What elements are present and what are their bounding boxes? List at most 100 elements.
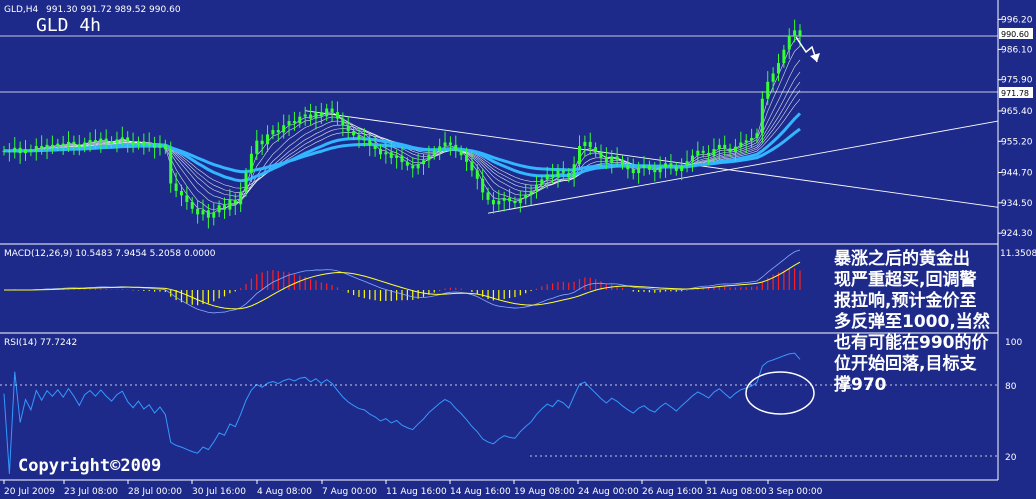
candle-body-28: [153, 143, 157, 148]
macd-signal-line: [3, 261, 801, 310]
candle-body-102: [551, 174, 555, 177]
chart-root: 996.20 986.10 975.90 965.40 955.20 944.70 934.…: [0, 0, 1036, 499]
candle-body-112: [604, 157, 608, 163]
candle-body-66: [357, 135, 361, 139]
candle-body-55: [298, 116, 302, 124]
price-tick-label-7: 924.30: [1001, 229, 1033, 239]
candle-body-59: [319, 112, 323, 117]
candle-body-11: [61, 143, 65, 146]
time-tick-label-3: 30 Jul 16:00: [192, 487, 246, 497]
time-tick-label-2: 28 Jul 00:00: [128, 487, 182, 497]
candle-body-85: [459, 150, 463, 156]
time-tick-label-1: 23 Jul 08:00: [64, 487, 118, 497]
candle-body-13: [72, 141, 76, 145]
candle-body-116: [626, 164, 630, 170]
candle-body-109: [588, 141, 592, 148]
macd-panel: [3, 249, 801, 314]
candle-body-9: [50, 144, 54, 147]
time-tick-label-10: 26 Aug 16:00: [642, 487, 703, 497]
candle-body-15: [83, 142, 87, 148]
rsi-top-value: 100: [1005, 338, 1022, 348]
candle-body-18: [99, 138, 103, 143]
annotation-line-1: 暴涨之后的黄金出: [833, 248, 970, 269]
candle-body-133: [717, 144, 721, 150]
candle-body-48: [260, 140, 264, 145]
candle-body-137: [739, 142, 743, 147]
candle-body-10: [56, 143, 60, 147]
candle-body-33: [179, 190, 183, 196]
candle-body-6: [34, 146, 38, 152]
candle-body-118: [637, 168, 641, 174]
candle-body-1: [7, 150, 11, 153]
candle-body-40: [217, 205, 221, 213]
time-tick-label-11: 31 Aug 08:00: [706, 487, 767, 497]
candle-body-147: [793, 30, 797, 37]
candle-body-19: [104, 138, 108, 141]
candle-body-110: [594, 147, 598, 153]
candle-body-146: [787, 36, 791, 50]
candle-body-69: [373, 145, 377, 150]
ma-thin-11: [3, 71, 801, 201]
candle-body-124: [669, 163, 673, 167]
annotation-line-2: 现严重超买,回调警: [834, 269, 976, 290]
candle-body-120: [647, 165, 651, 170]
time-tick-label-5: 7 Aug 00:00: [322, 487, 377, 497]
candle-body-93: [502, 198, 506, 201]
candle-body-44: [239, 191, 243, 205]
candle-body-29: [158, 144, 162, 148]
candle-body-126: [680, 165, 684, 172]
candle-body-127: [685, 161, 689, 166]
candle-body-134: [723, 144, 727, 149]
price-tick-label-4: 955.20: [1001, 137, 1033, 147]
resistance-trendline: [305, 110, 999, 208]
candle-body-148: [798, 30, 802, 37]
candle-body-49: [266, 134, 270, 145]
candle-body-47: [255, 140, 259, 154]
time-tick-label-9: 24 Aug 00:00: [578, 487, 639, 497]
candle-body-106: [572, 164, 576, 178]
price-tick-label-3: 965.40: [1001, 107, 1033, 117]
candle-body-4: [24, 149, 28, 154]
candle-body-94: [508, 198, 512, 202]
candle-body-35: [190, 201, 194, 209]
candle-body-27: [147, 143, 151, 146]
candle-body-90: [486, 192, 490, 200]
price-chart: 996.20 986.10 975.90 965.40 955.20 944.70 934.…: [0, 0, 1036, 497]
candle-body-22: [120, 137, 124, 140]
candle-body-54: [292, 121, 296, 124]
macd-top-value: 11.3508: [1000, 249, 1036, 259]
candle-body-64: [346, 125, 350, 132]
candle-body-32: [174, 183, 178, 191]
candle-body-82: [443, 142, 447, 147]
price-tick-label-2: 975.90: [1001, 76, 1033, 86]
overbought-circle: [745, 371, 815, 415]
candle-body-114: [615, 156, 619, 160]
ma-thin-5: [3, 45, 801, 211]
time-axis-ticks: 20 Jul 2009 23 Jul 08:00 28 Jul 00:00 30 Ju…: [3, 480, 823, 497]
candle-body-131: [707, 152, 711, 156]
candle-body-140: [755, 133, 759, 139]
candle-body-122: [658, 167, 662, 173]
candle-body-88: [475, 170, 479, 179]
candle-body-14: [77, 144, 81, 148]
candle-body-79: [427, 154, 431, 161]
candle-body-117: [631, 169, 635, 174]
candle-body-16: [88, 140, 92, 143]
candle-body-141: [760, 98, 764, 134]
candle-body-132: [712, 149, 716, 156]
candle-body-97: [524, 194, 528, 199]
annotation-line-7: 撑970: [834, 374, 887, 395]
candle-body-105: [567, 172, 571, 178]
candle-body-73: [395, 155, 399, 158]
candle-body-84: [454, 144, 458, 151]
candle-body-98: [529, 190, 533, 195]
candle-body-129: [696, 150, 700, 156]
time-tick-label-8: 19 Aug 08:00: [514, 487, 575, 497]
candle-body-39: [212, 212, 216, 218]
candle-body-45: [244, 172, 248, 192]
macd-line: [3, 249, 801, 314]
candle-body-115: [621, 159, 625, 165]
candle-body-119: [642, 165, 646, 169]
candle-body-111: [599, 152, 603, 158]
candle-body-108: [583, 141, 587, 147]
